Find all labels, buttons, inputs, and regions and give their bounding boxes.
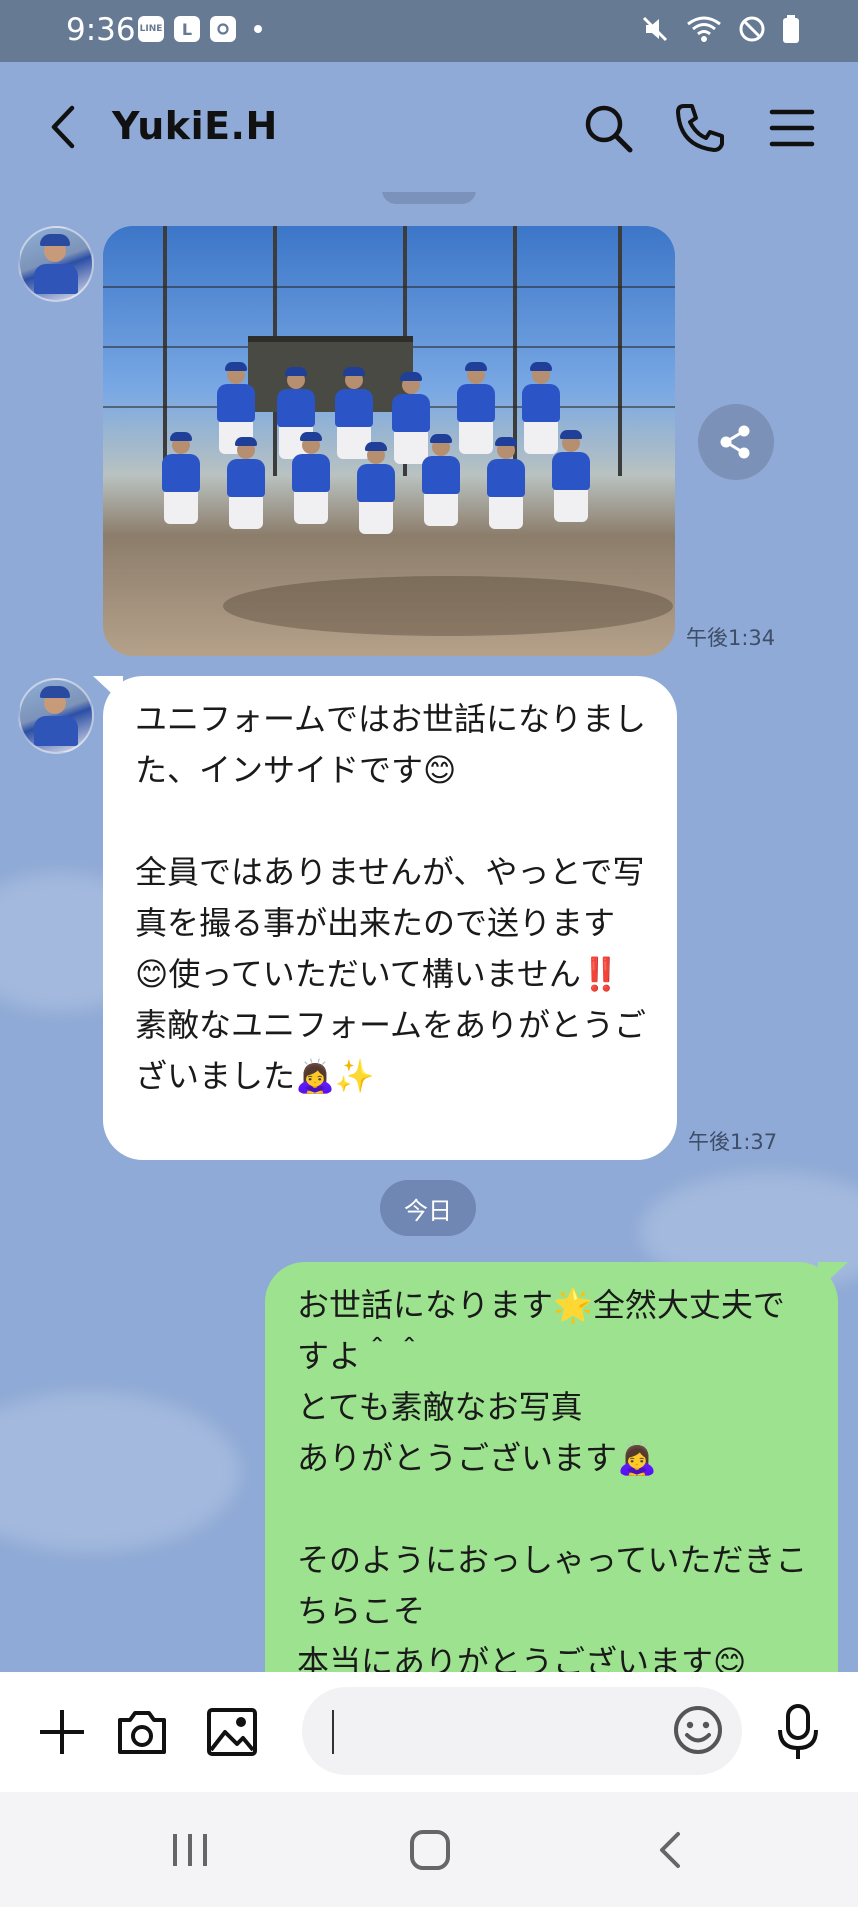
search-button[interactable] [580, 100, 636, 156]
incoming-message-bubble[interactable]: ユニフォームではお世話になりました、インサイドです😊 全員ではありませんが、やっ… [103, 676, 677, 1160]
message-list[interactable]: 午後1:34 ユニフォームではお世話になりました、インサイドです😊 全員ではあり… [0, 192, 858, 1672]
chat-title[interactable]: YukiE.H [112, 104, 278, 148]
dot-icon [254, 25, 262, 33]
avatar[interactable] [18, 678, 94, 754]
message-input-bar [0, 1672, 858, 1792]
back-nav-button[interactable] [640, 1820, 700, 1880]
chat-header: YukiE.H [0, 62, 858, 192]
home-icon [410, 1830, 450, 1870]
microphone-icon [778, 1704, 818, 1759]
do-not-disturb-icon [739, 16, 765, 42]
image-icon [207, 1708, 257, 1756]
emoji-button[interactable] [668, 1700, 728, 1760]
message-timestamp: 午後1:37 [688, 1130, 778, 1154]
menu-icon [769, 109, 815, 147]
instagram-icon [210, 16, 236, 42]
image-button[interactable] [202, 1702, 262, 1762]
share-icon [720, 425, 750, 459]
text-caret [332, 1710, 334, 1754]
search-icon [585, 105, 633, 153]
l-app-icon: L [174, 16, 200, 42]
scroll-pill [382, 192, 476, 204]
line-notification-icon: LINE [138, 16, 164, 42]
outgoing-message-bubble[interactable]: お世話になります🌟全然大丈夫ですよ＾＾ とても素敵なお写真 ありがとうございます… [265, 1262, 838, 1672]
back-nav-icon [660, 1832, 680, 1868]
status-right-icons [640, 14, 800, 44]
date-separator: 今日 [380, 1180, 476, 1236]
plus-button[interactable] [32, 1702, 92, 1762]
call-button[interactable] [672, 100, 728, 156]
emoji-icon [674, 1706, 722, 1754]
team-photo[interactable] [103, 226, 675, 656]
message-timestamp: 午後1:34 [686, 626, 776, 650]
recent-apps-button[interactable] [160, 1820, 220, 1880]
system-nav-bar [0, 1792, 858, 1907]
microphone-button[interactable] [768, 1702, 828, 1762]
back-button[interactable] [40, 102, 90, 152]
camera-button[interactable] [112, 1702, 172, 1762]
menu-button[interactable] [764, 100, 820, 156]
plus-icon [40, 1710, 84, 1754]
status-left-icons: LINE L [138, 16, 262, 42]
avatar[interactable] [18, 226, 94, 302]
camera-icon [118, 1711, 166, 1754]
back-icon [51, 105, 75, 149]
home-button[interactable] [400, 1820, 460, 1880]
call-icon [676, 104, 724, 152]
wifi-icon [687, 16, 721, 42]
status-bar: 9:36 LINE L [0, 0, 858, 62]
share-button[interactable] [698, 404, 774, 480]
battery-icon [783, 15, 799, 43]
status-time: 9:36 [66, 12, 136, 48]
recent-apps-icon [173, 1834, 207, 1866]
mute-icon [642, 16, 668, 42]
